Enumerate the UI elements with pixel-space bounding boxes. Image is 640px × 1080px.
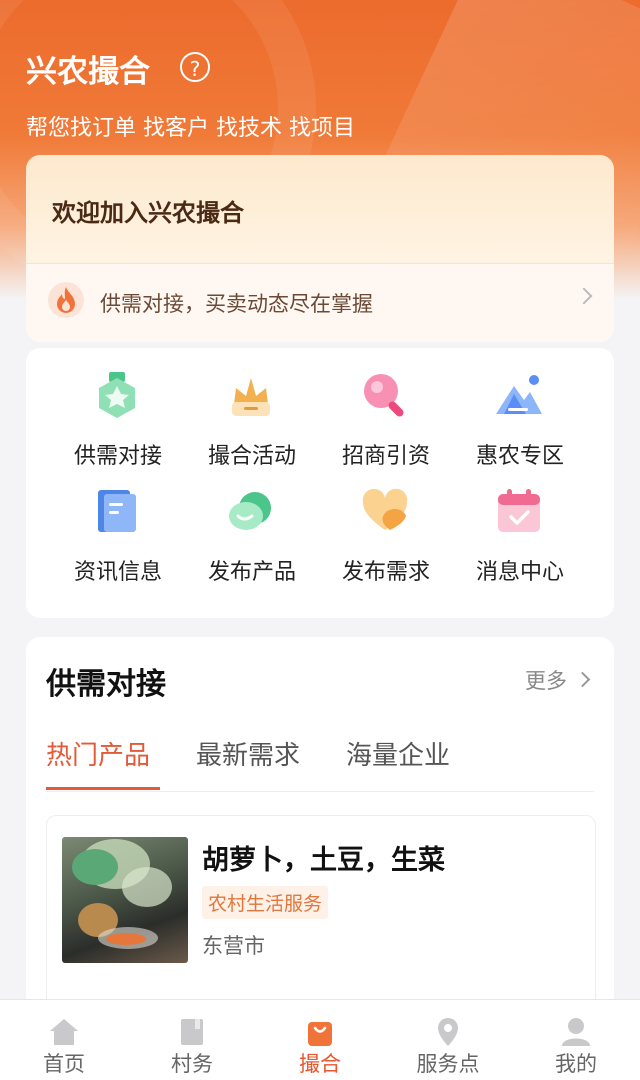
product-location: 东营市 (202, 934, 265, 958)
grid-item-label: 资讯信息 (73, 560, 162, 585)
nav-label: 服务点 (416, 1052, 480, 1076)
magnifier-icon (364, 374, 404, 417)
heart-icon (362, 488, 408, 530)
active-tab-indicator (46, 787, 160, 790)
chevron-right-icon (574, 671, 591, 688)
map-pin-icon (438, 1018, 458, 1046)
grid-item-publish-product[interactable]: 发布产品 (188, 464, 308, 585)
nav-label: 我的 (555, 1052, 597, 1076)
product-card[interactable]: 胡萝卜，土豆，生菜 农村生活服务 东营市 (46, 815, 596, 1017)
chevron-right-icon (575, 287, 593, 305)
nav-village[interactable]: 村务 (128, 1000, 256, 1080)
grid-item-matchmaking[interactable]: 撮合活动 (188, 348, 308, 469)
nav-home[interactable]: 首页 (0, 1000, 128, 1080)
supply-demand-banner[interactable]: 供需对接，买卖动态尽在掌握 (26, 263, 614, 342)
tab-hot-products[interactable]: 热门产品 (46, 735, 150, 772)
section-title: 供需对接 (46, 667, 166, 702)
grid-item-supply-demand[interactable]: 供需对接 (54, 348, 174, 469)
welcome-text: 欢迎加入兴农撮合 (52, 199, 244, 227)
section-tabs: 热门产品 最新需求 海量企业 (46, 735, 594, 792)
calendar-icon (498, 489, 540, 532)
bottom-nav: 首页 村务 撮合 服务点 我的 (0, 999, 640, 1080)
welcome-card: 欢迎加入兴农撮合 供需对接，买卖动态尽在掌握 (26, 155, 614, 342)
nav-matchmaking[interactable]: 撮合 (256, 1000, 384, 1080)
crown-icon (232, 378, 270, 416)
book-icon (181, 1019, 203, 1045)
page-subtitle: 帮您找订单 找客户 找技术 找项目 (26, 116, 355, 141)
home-icon (50, 1019, 78, 1045)
grid-item-investment[interactable]: 招商引资 (322, 348, 442, 469)
grid-item-label: 发布产品 (207, 560, 296, 585)
grid-item-label: 发布需求 (341, 560, 430, 585)
tab-enterprises[interactable]: 海量企业 (346, 735, 450, 772)
product-image (62, 837, 188, 963)
grid-item-agri-benefit[interactable]: 惠农专区 (456, 348, 576, 469)
feature-grid: 供需对接 撮合活动 招商引资 惠农专区 资讯信息 发布产品 发布需求 消息中心 (26, 348, 614, 618)
mountain-icon (496, 375, 542, 414)
product-title: 胡萝卜，土豆，生菜 (202, 845, 445, 876)
page-title: 兴农撮合 (26, 54, 150, 90)
nav-label: 首页 (43, 1052, 85, 1076)
banner-text: 供需对接，买卖动态尽在掌握 (100, 292, 373, 316)
medal-icon (99, 372, 135, 418)
nav-mine[interactable]: 我的 (512, 1000, 640, 1080)
user-icon (562, 1018, 590, 1046)
grid-item-label: 消息中心 (475, 560, 564, 585)
nav-service-point[interactable]: 服务点 (384, 1000, 512, 1080)
grid-item-news[interactable]: 资讯信息 (54, 464, 174, 585)
nav-label: 撮合 (299, 1052, 341, 1076)
question-circle-icon[interactable]: ? (180, 52, 210, 82)
supply-demand-section: 供需对接 更多 热门产品 最新需求 海量企业 胡萝卜，土豆，生菜 农村生活服务 … (26, 637, 614, 1057)
tab-latest-demand[interactable]: 最新需求 (196, 735, 300, 772)
grid-item-publish-demand[interactable]: 发布需求 (322, 464, 442, 585)
shopping-bag-icon (308, 1022, 332, 1046)
more-label: 更多 (525, 669, 567, 693)
document-icon (98, 490, 136, 532)
product-category-badge: 农村生活服务 (202, 886, 329, 919)
cloud-chat-icon (229, 492, 271, 530)
fire-icon (48, 282, 84, 318)
nav-label: 村务 (171, 1052, 213, 1076)
more-link[interactable]: 更多 (525, 665, 591, 695)
grid-item-messages[interactable]: 消息中心 (456, 464, 576, 585)
